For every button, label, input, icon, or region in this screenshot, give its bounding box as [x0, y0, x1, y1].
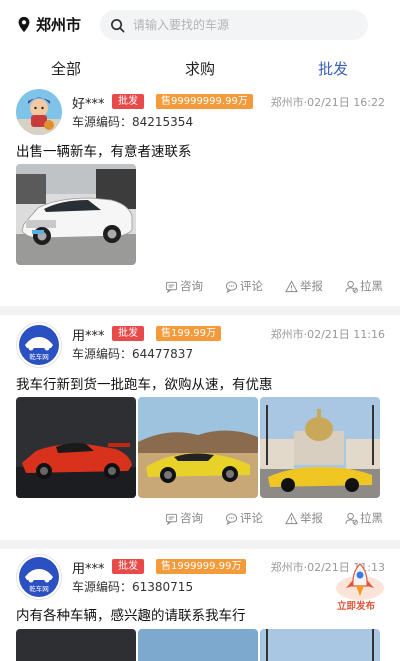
block-user-icon	[345, 512, 358, 525]
comment-button[interactable]: 评论	[225, 278, 263, 294]
post-card[interactable]: 好*** 批发 售99999999.99万 郑州市·02/21日 16:22 车…	[0, 86, 400, 306]
block-label: 拉黑	[360, 511, 383, 525]
price-badge: 售1999999.99万	[156, 559, 247, 574]
city-selector[interactable]: 郑州市	[16, 14, 81, 35]
divider	[0, 306, 400, 315]
rocket-icon	[336, 563, 384, 600]
price-badge: 售99999999.99万	[156, 94, 253, 109]
city-name: 郑州市	[36, 16, 82, 34]
wholesale-badge: 批发	[112, 94, 144, 109]
car-photo[interactable]	[16, 629, 136, 661]
report-button[interactable]: 举报	[285, 278, 323, 294]
tab-wanted[interactable]: 求购	[185, 58, 215, 79]
report-button[interactable]: 举报	[285, 510, 323, 526]
wholesale-badge: 批发	[112, 559, 144, 574]
search-box[interactable]	[100, 10, 368, 40]
chat-icon	[165, 513, 178, 525]
car-photo[interactable]	[138, 629, 258, 661]
report-label: 举报	[300, 511, 323, 525]
tab-wholesale[interactable]: 批发	[318, 58, 348, 79]
comment-icon	[225, 280, 238, 293]
report-label: 举报	[300, 279, 323, 293]
publish-button[interactable]: 立即发布	[330, 562, 390, 612]
search-icon	[111, 18, 125, 32]
post-card[interactable]: 乾车网 用*** 批发 售199.99万 郑州市·02/21日 11:16 车源…	[0, 315, 400, 540]
block-button[interactable]: 拉黑	[345, 510, 383, 526]
search-input[interactable]	[133, 18, 353, 32]
warning-icon	[285, 511, 298, 524]
post-description: 我车行新到货一批跑车，欲购从速，有优惠	[16, 377, 273, 393]
comment-button[interactable]: 评论	[225, 510, 263, 526]
listing-code: 车源编码：61380715	[72, 580, 194, 594]
avatar[interactable]: 乾车网	[16, 322, 62, 368]
wholesale-badge: 批发	[112, 326, 144, 341]
car-photo-red-supercar[interactable]	[16, 397, 136, 498]
avatar-brand-text: 乾车网	[29, 584, 49, 593]
avatar[interactable]: 乾车网	[16, 554, 62, 600]
username: 用***	[72, 562, 105, 577]
category-tabs: 全部 求购 批发	[0, 50, 400, 86]
username: 好***	[72, 97, 105, 112]
consult-button[interactable]: 咨询	[165, 278, 203, 294]
divider	[0, 540, 400, 549]
block-button[interactable]: 拉黑	[345, 278, 383, 294]
consult-label: 咨询	[180, 279, 203, 293]
avatar-brand-text: 乾车网	[29, 352, 49, 361]
car-photo-yellow-ferrari[interactable]	[260, 397, 380, 498]
city-time: 郑州市·02/21日 11:16	[270, 328, 385, 341]
warning-icon	[285, 279, 298, 292]
city-time: 郑州市·02/21日 16:22	[270, 96, 385, 109]
block-user-icon	[345, 280, 358, 293]
location-pin-icon	[18, 16, 30, 32]
car-photo[interactable]	[260, 629, 380, 661]
publish-label: 立即发布	[337, 601, 376, 612]
post-actions: 咨询 评论 举报 拉黑	[0, 278, 400, 296]
username: 用***	[72, 329, 105, 344]
price-badge: 售199.99万	[156, 326, 221, 341]
listing-code: 车源编码：84215354	[72, 115, 194, 129]
post-actions: 咨询 评论 举报 拉黑	[0, 510, 400, 528]
comment-icon	[225, 512, 238, 525]
listing-code: 车源编码：64477837	[72, 347, 194, 361]
comment-label: 评论	[240, 279, 263, 293]
car-photo-white-sedan[interactable]	[16, 164, 136, 265]
consult-button[interactable]: 咨询	[165, 510, 203, 526]
consult-label: 咨询	[180, 511, 203, 525]
top-bar: 郑州市	[0, 0, 400, 50]
block-label: 拉黑	[360, 279, 383, 293]
car-photo-yellow-lamborghini[interactable]	[138, 397, 258, 498]
post-description: 内有各种车辆，感兴趣的请联系我车行	[16, 608, 246, 624]
comment-label: 评论	[240, 511, 263, 525]
post-description: 出售一辆新车，有意者速联系	[16, 144, 192, 160]
chat-icon	[165, 281, 178, 293]
avatar[interactable]	[16, 89, 62, 135]
app-screen: 郑州市 全部 求购 批发 好*** 批	[0, 0, 400, 661]
tab-all[interactable]: 全部	[51, 58, 81, 79]
